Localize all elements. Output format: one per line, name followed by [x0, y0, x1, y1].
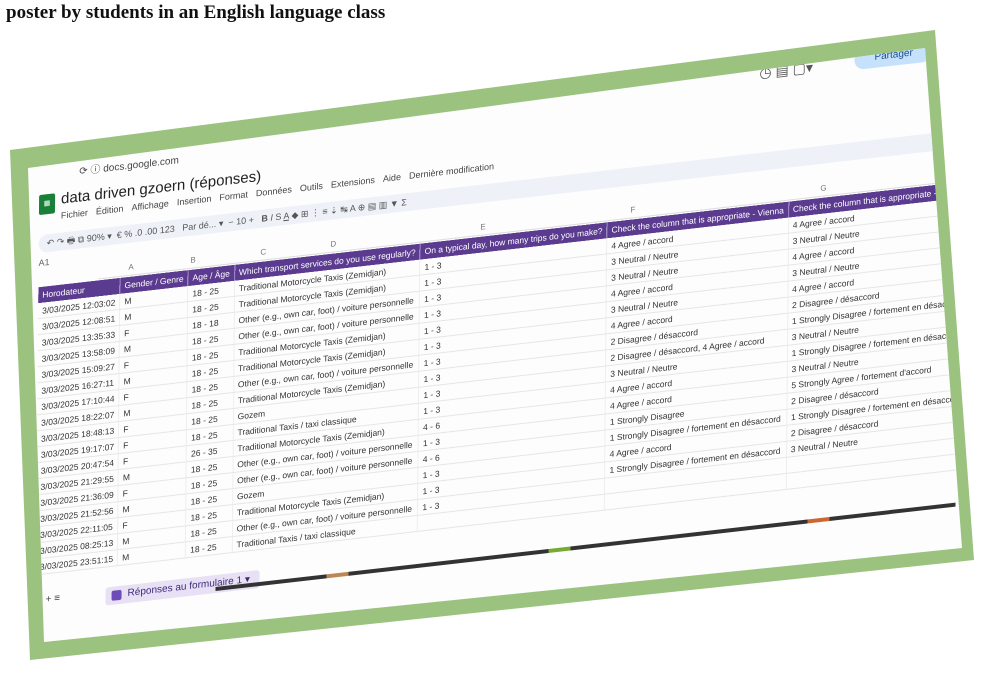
avatar[interactable]: B: [939, 48, 962, 55]
bold-icon[interactable]: B: [261, 213, 268, 224]
menu-item[interactable]: Affichage: [131, 198, 168, 212]
column-letter[interactable]: C: [260, 247, 266, 257]
menu-item[interactable]: Outils: [300, 181, 323, 194]
menu-item[interactable]: Dernière modification: [409, 161, 494, 181]
zoom-select[interactable]: 90%: [87, 232, 105, 244]
menu-item[interactable]: Extensions: [331, 175, 375, 190]
sheet-tab-bar: + ≡ Réponses au formulaire 1 ▾: [45, 569, 260, 615]
add-sheet-icon[interactable]: + ≡: [46, 593, 61, 606]
menu-item[interactable]: Format: [219, 189, 248, 202]
menu-item[interactable]: Données: [256, 184, 292, 198]
column-letter[interactable]: A: [128, 262, 133, 272]
font-select[interactable]: Par dé...: [182, 219, 216, 233]
column-letter[interactable]: B: [190, 255, 195, 265]
ext-translate-button[interactable]: Перевести: [815, 13, 878, 36]
menu-item[interactable]: Fichier: [61, 208, 88, 221]
data-grid: Horodateur Gender / Genre Age / Âge Which t…: [35, 180, 962, 575]
menu-item[interactable]: Édition: [96, 203, 124, 216]
column-letter[interactable]: G: [820, 183, 826, 193]
menu-item[interactable]: Insertion: [177, 193, 212, 207]
form-icon: [111, 589, 122, 601]
caption: poster by students in an English languag…: [6, 2, 386, 23]
font-size-input[interactable]: 10: [236, 215, 246, 226]
sheets-logo-icon[interactable]: ▦: [38, 193, 56, 216]
column-letter[interactable]: F: [630, 205, 635, 215]
column-letter[interactable]: D: [330, 239, 336, 249]
italic-icon[interactable]: I: [270, 212, 273, 222]
minimize-icon[interactable]: — ◻: [690, 48, 709, 60]
menu-item[interactable]: Aide: [383, 172, 401, 184]
undo-icon[interactable]: ↶ ↷ 🖶 ⧉: [47, 234, 85, 248]
column-letter[interactable]: E: [480, 222, 485, 232]
cell-reference[interactable]: A1: [38, 257, 49, 268]
